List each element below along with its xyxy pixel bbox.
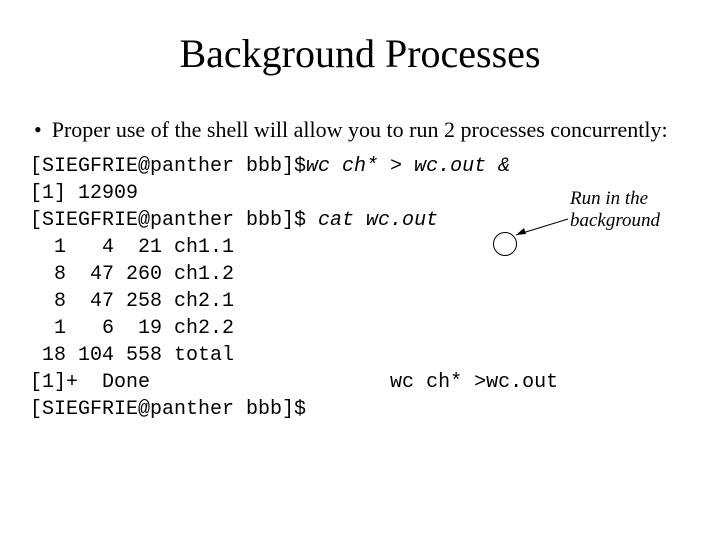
slide: Background Processes • Proper use of the… [0,0,720,540]
bullet-text: Proper use of the shell will allow you t… [52,117,668,143]
annotation-line-2: background [570,210,660,231]
term-line-1-prompt: [SIEGFRIE@panther bbb]$ [30,155,306,178]
slide-title: Background Processes [30,30,690,77]
annotation-run-in-background: Run in the background [570,188,690,232]
term-line-8: 18 104 558 total [30,344,234,367]
term-line-4: 1 4 21 ch1.1 [30,236,234,259]
term-line-2: [1] 12909 [30,182,138,205]
term-line-6: 8 47 258 ch2.1 [30,290,234,313]
bullet-item: • Proper use of the shell will allow you… [30,117,690,143]
term-line-10: [SIEGFRIE@panther bbb]$ [30,398,306,421]
term-line-9: [1]+ Done wc ch* >wc.out [30,371,558,394]
term-line-5: 8 47 260 ch1.2 [30,263,234,286]
ampersand-circle-icon [493,232,517,256]
term-line-7: 1 6 19 ch2.2 [30,317,234,340]
term-line-1-cmd: wc ch* > wc.out & [306,155,510,178]
annotation-line-1: Run in the [570,188,648,209]
term-line-3-prompt: [SIEGFRIE@panther bbb]$ [30,209,318,232]
bullet-dot: • [34,117,42,143]
term-line-3-cmd: cat wc.out [318,209,438,232]
